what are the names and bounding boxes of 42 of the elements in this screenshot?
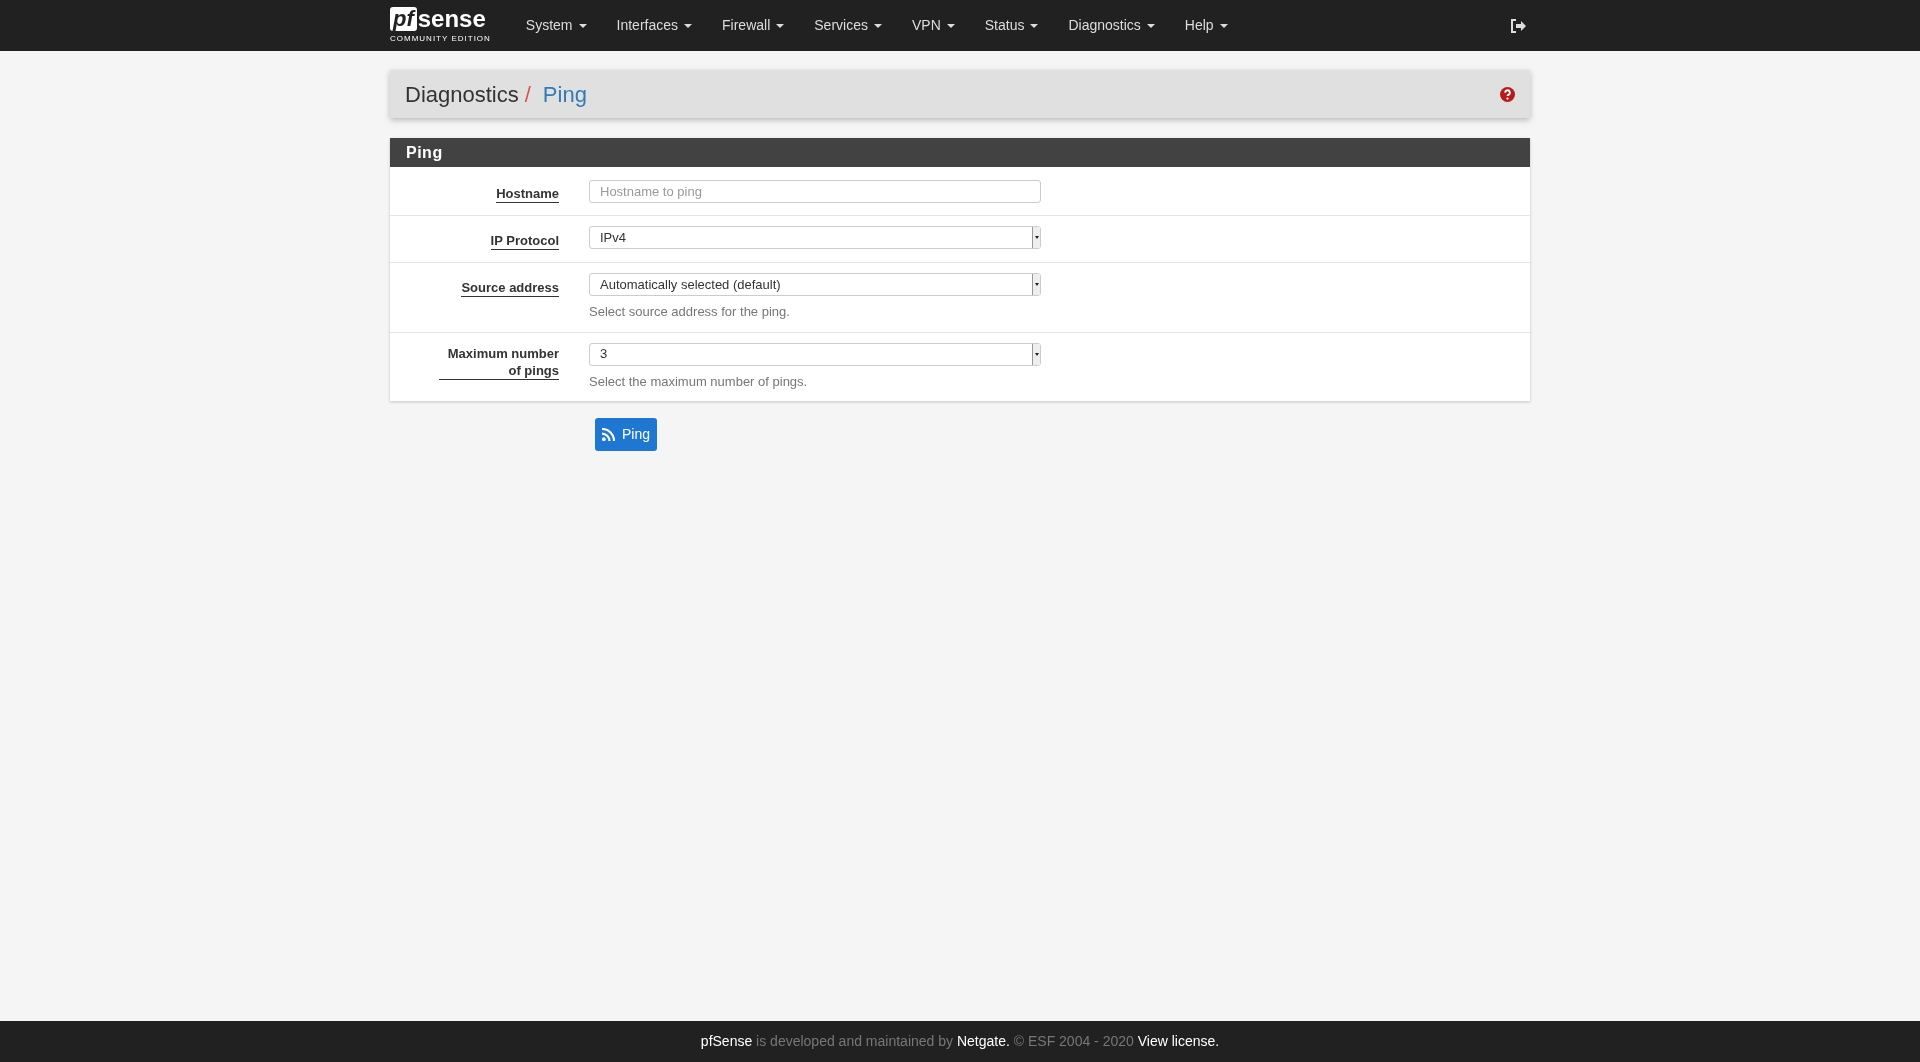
- hostname-field[interactable]: Hostname to ping: [589, 180, 1041, 203]
- nav-menu[interactable]: Diagnostics: [1053, 0, 1170, 51]
- caret-icon: [1030, 23, 1039, 28]
- nav-menu[interactable]: Firewall: [707, 0, 800, 51]
- field-label: Maximum number of pings: [439, 344, 559, 380]
- caret-icon: [1146, 23, 1155, 28]
- rss-icon: [602, 428, 615, 441]
- help-icon[interactable]: [1500, 86, 1515, 102]
- select-field[interactable]: IPv4: [589, 226, 1041, 249]
- nav-menu[interactable]: Status: [969, 0, 1054, 51]
- breadcrumb-separator: /: [524, 80, 531, 109]
- pfsense-logo[interactable]: pf sense COMMUNITY EDITION: [390, 6, 491, 45]
- footer-link[interactable]: View license.: [1137, 1033, 1220, 1049]
- nav-menu[interactable]: Help: [1169, 0, 1243, 51]
- caret-icon: [684, 23, 693, 28]
- help-text: Select source address for the ping.: [589, 303, 791, 321]
- caret-icon: [776, 23, 785, 28]
- breadcrumb-current: Ping: [542, 80, 587, 109]
- caret-icon: [578, 23, 587, 28]
- footer-link[interactable]: pfSense: [700, 1033, 753, 1049]
- caret-icon: [873, 23, 882, 28]
- logo-word: sense: [417, 6, 486, 31]
- logo-edition: COMMUNITY EDITION: [390, 32, 491, 45]
- logout-icon[interactable]: [1511, 18, 1527, 33]
- select-field[interactable]: Automatically selected (default): [589, 273, 1041, 296]
- caret-icon: [1219, 23, 1228, 28]
- field-label: IP Protocol: [490, 232, 559, 250]
- caret-icon: [946, 23, 955, 28]
- breadcrumb-parent[interactable]: Diagnostics: [405, 77, 519, 111]
- logo-mark: pf: [390, 6, 417, 31]
- field-label: Hostname: [496, 185, 559, 203]
- nav-menu[interactable]: Services: [799, 0, 897, 51]
- footer-link[interactable]: Netgate.: [956, 1033, 1010, 1049]
- ping-button[interactable]: Ping: [595, 418, 658, 451]
- footer-text: pfSense is developed and maintained by Netgate. © ESF 2004 - 2020 View license.: [700, 1032, 1220, 1051]
- nav-menu[interactable]: System: [510, 0, 602, 51]
- help-text: Select the maximum number of pings.: [589, 372, 809, 391]
- panel-heading: Ping: [390, 138, 1530, 167]
- field-label: Source address: [461, 279, 559, 297]
- nav-menu[interactable]: VPN: [896, 0, 970, 51]
- nav-menu[interactable]: Interfaces: [601, 0, 708, 51]
- select-field[interactable]: 3: [589, 342, 1041, 366]
